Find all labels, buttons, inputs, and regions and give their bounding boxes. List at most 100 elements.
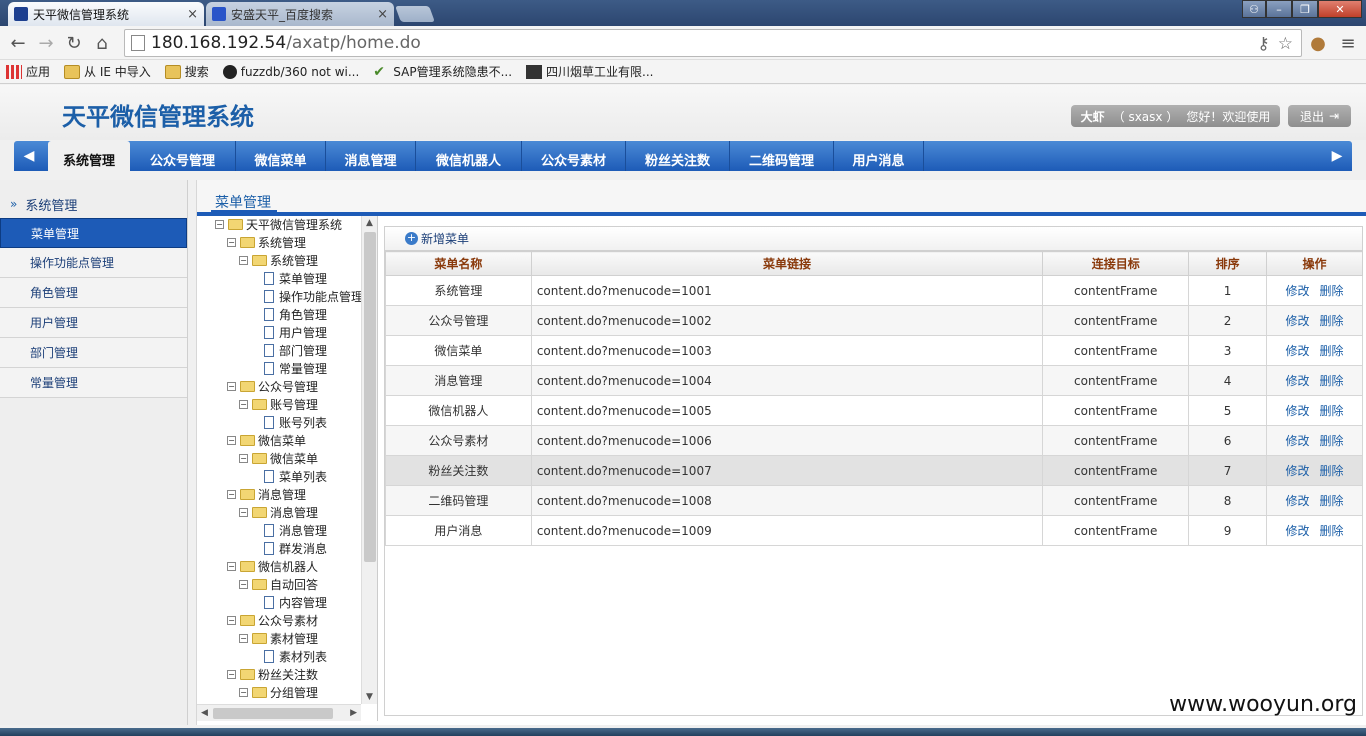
tree-folder-node[interactable]: − 天平微信管理系统 [215, 216, 342, 233]
tree-folder-node[interactable]: − 自动回答 [239, 575, 318, 593]
menu-item-messages[interactable]: 消息管理 [326, 141, 416, 171]
collapse-toggle-icon[interactable]: − [227, 381, 236, 391]
collapse-toggle-icon[interactable]: − [227, 615, 236, 625]
tree-leaf-node[interactable]: 素材列表 [264, 647, 327, 665]
collapse-toggle-icon[interactable]: − [239, 399, 248, 409]
tree-leaf-node[interactable]: 角色管理 [264, 305, 327, 323]
menu-item-system[interactable]: 系统管理 [48, 141, 130, 171]
close-icon[interactable]: × [377, 7, 388, 22]
menu-scroll-left-icon[interactable]: ◀ [14, 141, 44, 171]
collapse-toggle-icon[interactable]: − [239, 507, 248, 517]
edit-link[interactable]: 修改 [1286, 374, 1310, 388]
delete-link[interactable]: 删除 [1320, 524, 1344, 538]
tree-leaf-node[interactable]: 菜单列表 [264, 467, 327, 485]
tree-vertical-scrollbar[interactable]: ▲ ▼ [361, 216, 377, 704]
tree-leaf-node[interactable]: 用户管理 [264, 323, 327, 341]
collapse-toggle-icon[interactable]: − [239, 579, 248, 589]
menu-scroll-right-icon[interactable]: ▶ [1322, 141, 1352, 171]
tree-leaf-node[interactable]: 群发消息 [264, 539, 327, 557]
column-header-target[interactable]: 连接目标 [1042, 251, 1190, 276]
collapse-toggle-icon[interactable]: − [227, 669, 236, 679]
tab-inactive[interactable]: 安盛天平_百度搜索 × [206, 2, 394, 26]
collapse-toggle-icon[interactable]: − [239, 687, 248, 697]
new-tab-button[interactable] [395, 6, 435, 22]
tree-folder-node[interactable]: − 微信菜单 [227, 431, 306, 449]
menu-item-materials[interactable]: 公众号素材 [522, 141, 626, 171]
tree-leaf-node[interactable]: 账号列表 [264, 413, 327, 431]
scroll-down-icon[interactable]: ▼ [366, 692, 373, 702]
scroll-thumb[interactable] [364, 232, 376, 562]
table-row[interactable]: 消息管理 content.do?menucode=1004 contentFrame… [385, 365, 1363, 396]
tree-folder-node[interactable]: − 消息管理 [239, 503, 318, 521]
menu-item-robot[interactable]: 微信机器人 [416, 141, 522, 171]
menu-item-followers[interactable]: 粉丝关注数 [626, 141, 730, 171]
user-icon[interactable]: ⚇ [1242, 0, 1266, 18]
tree-folder-node[interactable]: − 公众号管理 [227, 377, 318, 395]
scroll-up-icon[interactable]: ▲ [366, 218, 373, 228]
column-header-name[interactable]: 菜单名称 [385, 251, 532, 276]
edit-link[interactable]: 修改 [1286, 344, 1310, 358]
collapse-toggle-icon[interactable]: − [239, 453, 248, 463]
table-row[interactable]: 用户消息 content.do?menucode=1009 contentFrame… [385, 515, 1363, 546]
close-icon[interactable]: × [187, 7, 198, 22]
edit-link[interactable]: 修改 [1286, 494, 1310, 508]
table-row[interactable]: 系统管理 content.do?menucode=1001 contentFrame… [385, 275, 1363, 306]
delete-link[interactable]: 删除 [1320, 404, 1344, 418]
tree-leaf-node[interactable]: 菜单管理 [264, 269, 327, 287]
collapse-toggle-icon[interactable]: − [227, 237, 236, 247]
edit-link[interactable]: 修改 [1286, 284, 1310, 298]
tree-folder-node[interactable]: − 消息管理 [227, 485, 306, 503]
bookmark-link[interactable]: 四川烟草工业有限... [526, 63, 653, 80]
delete-link[interactable]: 删除 [1320, 374, 1344, 388]
tree-folder-node[interactable]: − 系统管理 [239, 251, 318, 269]
delete-link[interactable]: 删除 [1320, 284, 1344, 298]
menu-icon[interactable]: ≡ [1336, 31, 1360, 55]
tree-leaf-node[interactable]: 常量管理 [264, 359, 327, 377]
menu-item-user-messages[interactable]: 用户消息 [834, 141, 924, 171]
tree-horizontal-scrollbar[interactable]: ◀ ▶ [197, 704, 361, 721]
delete-link[interactable]: 删除 [1320, 464, 1344, 478]
sidebar-item-roles[interactable]: 角色管理 [0, 278, 187, 308]
tree-leaf-node[interactable]: 消息管理 [264, 521, 327, 539]
table-row[interactable]: 粉丝关注数 content.do?menucode=1007 contentFram… [385, 455, 1363, 486]
tree-folder-node[interactable]: − 账号管理 [239, 395, 318, 413]
edit-link[interactable]: 修改 [1286, 464, 1310, 478]
collapse-toggle-icon[interactable]: − [239, 255, 248, 265]
scroll-right-icon[interactable]: ▶ [350, 708, 357, 718]
tree-leaf-node[interactable]: 操作功能点管理 [264, 287, 363, 305]
scroll-thumb[interactable] [213, 708, 333, 719]
table-row[interactable]: 公众号管理 content.do?menucode=1002 contentFram… [385, 305, 1363, 336]
maximize-icon[interactable]: ❐ [1292, 0, 1318, 18]
tree-folder-node[interactable]: − 微信菜单 [239, 449, 318, 467]
minimize-icon[interactable]: – [1266, 0, 1292, 18]
menu-item-qrcode[interactable]: 二维码管理 [730, 141, 834, 171]
home-icon[interactable]: ⌂ [90, 31, 114, 55]
logout-button[interactable]: 退出 ⇥ [1288, 105, 1351, 127]
delete-link[interactable]: 删除 [1320, 434, 1344, 448]
sidebar-item-users[interactable]: 用户管理 [0, 308, 187, 338]
address-bar[interactable]: 180.168.192.54/axatp/home.do ⚷ ☆ [124, 29, 1302, 57]
forward-icon[interactable]: → [34, 31, 58, 55]
column-header-order[interactable]: 排序 [1188, 251, 1268, 276]
window-close-icon[interactable]: ✕ [1318, 0, 1362, 18]
tree-folder-node[interactable]: − 系统管理 [227, 233, 306, 251]
key-icon[interactable]: ⚷ [1257, 34, 1269, 54]
table-row[interactable]: 公众号素材 content.do?menucode=1006 contentFram… [385, 425, 1363, 456]
collapse-toggle-icon[interactable]: − [227, 489, 236, 499]
collapse-toggle-icon[interactable]: − [239, 633, 248, 643]
tree-folder-node[interactable]: − 粉丝关注数 [227, 665, 318, 683]
bookmark-link[interactable]: ✔ SAP管理系统隐患不... [373, 63, 512, 80]
tab-active[interactable]: 天平微信管理系统 × [8, 2, 204, 26]
edit-link[interactable]: 修改 [1286, 524, 1310, 538]
reload-icon[interactable]: ↻ [62, 31, 86, 55]
collapse-toggle-icon[interactable]: − [227, 561, 236, 571]
add-menu-button[interactable]: + 新增菜单 [405, 230, 469, 247]
tree-folder-node[interactable]: − 分组管理 [239, 683, 318, 701]
delete-link[interactable]: 删除 [1320, 344, 1344, 358]
table-row[interactable]: 二维码管理 content.do?menucode=1008 contentFram… [385, 485, 1363, 516]
tree-folder-node[interactable]: − 公众号素材 [227, 611, 318, 629]
scroll-left-icon[interactable]: ◀ [201, 708, 208, 718]
edit-link[interactable]: 修改 [1286, 404, 1310, 418]
bookmark-folder[interactable]: 搜索 [164, 63, 209, 80]
tree-leaf-node[interactable]: 内容管理 [264, 593, 327, 611]
